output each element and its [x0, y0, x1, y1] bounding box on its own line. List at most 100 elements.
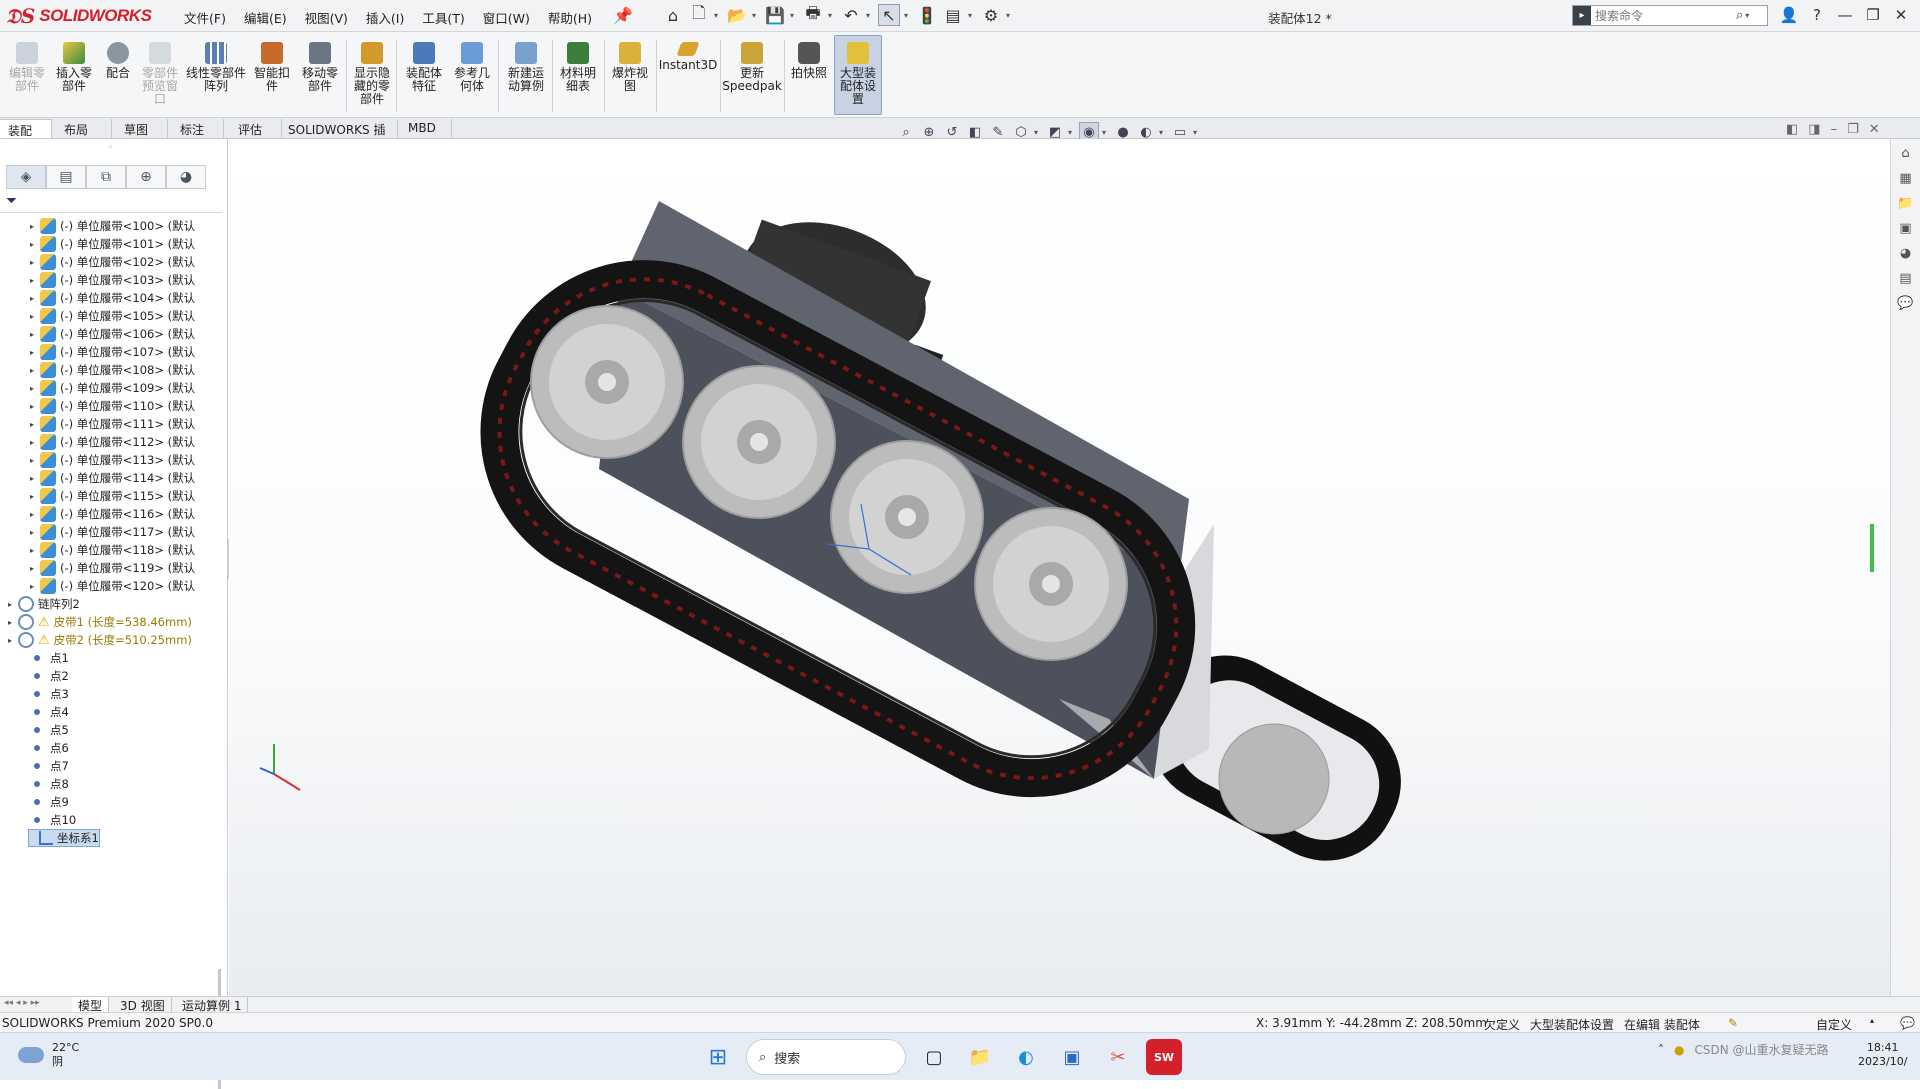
- menu-file[interactable]: 文件(F): [175, 6, 235, 29]
- options-gear-icon[interactable]: ⚙: [980, 4, 1002, 26]
- tree-item[interactable]: ▸ (-) 单位履带<100> (默认: [30, 217, 195, 235]
- store-icon[interactable]: ▣: [1054, 1039, 1090, 1075]
- update-speedpak-button[interactable]: 更新Speedpak: [722, 42, 782, 93]
- close-icon[interactable]: ✕: [1890, 4, 1912, 26]
- menu-insert[interactable]: 插入(I): [357, 6, 413, 29]
- tab-evaluate[interactable]: 评估: [230, 119, 282, 138]
- windows-start-icon[interactable]: ⊞: [700, 1039, 736, 1075]
- tab-layout[interactable]: 布局: [56, 119, 112, 138]
- select-cursor-icon[interactable]: ↖: [878, 4, 900, 26]
- menu-tools[interactable]: 工具(T): [413, 6, 473, 29]
- restore-icon[interactable]: ❐: [1862, 4, 1884, 26]
- chevron-down-icon[interactable]: ▾: [714, 11, 722, 20]
- bom-button[interactable]: 材料明细表: [556, 42, 600, 93]
- move-component-button[interactable]: 移动零部件: [298, 42, 342, 93]
- task-view-icon[interactable]: ▢: [916, 1039, 952, 1075]
- tree-item[interactable]: ▸ (-) 单位履带<106> (默认: [30, 325, 195, 343]
- expand-arrow-icon[interactable]: ▸: [30, 222, 40, 231]
- file-properties-icon[interactable]: ▤: [942, 4, 964, 26]
- reference-geometry-button[interactable]: 参考几何体: [450, 42, 494, 93]
- tab-solidworks-addins[interactable]: SOLIDWORKS 插件: [280, 119, 398, 154]
- chevron-up-icon[interactable]: ˄: [1658, 1043, 1664, 1057]
- expand-arrow-icon[interactable]: ▸: [30, 402, 40, 411]
- chevron-down-icon[interactable]: ▾: [1102, 128, 1110, 137]
- chevron-down-icon[interactable]: ▾: [904, 11, 912, 20]
- minimize-icon[interactable]: —: [1834, 4, 1856, 26]
- tree-item[interactable]: ▸ (-) 单位履带<108> (默认: [30, 361, 195, 379]
- tree-item[interactable]: ▸ (-) 单位履带<111> (默认: [30, 415, 195, 433]
- expand-arrow-icon[interactable]: ▸: [30, 258, 40, 267]
- traffic-light-icon[interactable]: 🚦: [916, 4, 938, 26]
- unit-system[interactable]: 自定义: [1816, 1016, 1852, 1033]
- open-icon[interactable]: 📂: [726, 4, 748, 26]
- search-input[interactable]: [1591, 8, 1736, 23]
- large-assembly-mode[interactable]: 大型装配体设置: [1530, 1016, 1614, 1033]
- smart-fasteners-button[interactable]: 智能扣件: [250, 42, 294, 93]
- design-library-icon[interactable]: ▦: [1895, 167, 1917, 189]
- assembly-features-button[interactable]: 装配体特征: [402, 42, 446, 93]
- chevron-down-icon[interactable]: ▾: [828, 11, 836, 20]
- expand-arrow-icon[interactable]: ▸: [30, 366, 40, 375]
- tree-item[interactable]: ▸ (-) 单位履带<117> (默认: [30, 523, 195, 541]
- weather-widget[interactable]: 22°C 阴: [18, 1041, 79, 1069]
- tab-motion-study[interactable]: 运动算例 1: [176, 997, 249, 1013]
- tree-item[interactable]: 点8: [28, 775, 69, 793]
- tree-item[interactable]: ▸ (-) 单位履带<112> (默认: [30, 433, 195, 451]
- close-icon[interactable]: ✕: [1869, 122, 1880, 137]
- chevron-down-icon[interactable]: ▾: [1159, 128, 1167, 137]
- file-explorer-icon[interactable]: 📁: [962, 1039, 998, 1075]
- minimize-icon[interactable]: –: [1831, 122, 1838, 137]
- search-icon[interactable]: ⌕: [1736, 8, 1743, 23]
- message-icon[interactable]: 💬: [1900, 1016, 1915, 1030]
- expand-arrow-icon[interactable]: ▸: [30, 510, 40, 519]
- component-preview-button[interactable]: 零部件预览窗口: [140, 42, 180, 106]
- dimxpert-tab-icon[interactable]: ⊕: [126, 165, 166, 189]
- tab-nav-arrows-icon[interactable]: ◂◂ ◂ ▸ ▸▸: [4, 998, 40, 1008]
- configuration-manager-tab-icon[interactable]: ⧉: [86, 165, 126, 189]
- rebuild-icon[interactable]: ✎: [1728, 1016, 1738, 1030]
- snipping-tool-icon[interactable]: ✂: [1100, 1039, 1136, 1075]
- expand-arrow-icon[interactable]: ▸: [30, 240, 40, 249]
- pin-icon[interactable]: 📌: [612, 4, 634, 26]
- expand-arrow-icon[interactable]: ▸: [30, 276, 40, 285]
- tree-item[interactable]: 点3: [28, 685, 69, 703]
- chevron-down-icon[interactable]: ▾: [1193, 128, 1201, 137]
- solidworks-logo[interactable]: 𝔇S SOLIDWORKS: [6, 3, 156, 29]
- display-manager-tab-icon[interactable]: ◕: [166, 165, 206, 189]
- expand-arrow-icon[interactable]: ▸: [30, 312, 40, 321]
- tree-item[interactable]: 点1: [28, 649, 69, 667]
- restore-icon[interactable]: ❐: [1847, 122, 1859, 137]
- search-scope-icon[interactable]: ▸: [1573, 6, 1591, 25]
- tab-model[interactable]: 模型: [72, 997, 110, 1013]
- tree-item[interactable]: ▸ (-) 单位履带<115> (默认: [30, 487, 195, 505]
- tree-item[interactable]: 点9: [28, 793, 69, 811]
- view-palette-icon[interactable]: ▣: [1895, 217, 1917, 239]
- expand-arrow-icon[interactable]: ▸: [30, 438, 40, 447]
- tree-item[interactable]: ▸ (-) 单位履带<116> (默认: [30, 505, 195, 523]
- clock[interactable]: 18:41 2023/10/: [1858, 1041, 1907, 1069]
- tab-mbd[interactable]: MBD: [400, 119, 452, 138]
- custom-properties-icon[interactable]: ▤: [1895, 267, 1917, 289]
- chevron-down-icon[interactable]: ▾: [1068, 128, 1076, 137]
- menu-help[interactable]: 帮助(H): [539, 6, 601, 29]
- tree-item[interactable]: ▸ ⚠ 皮带1 (长度=538.46mm): [8, 613, 192, 631]
- tree-item[interactable]: ▸ (-) 单位履带<113> (默认: [30, 451, 195, 469]
- edit-component-button[interactable]: 编辑零部件: [8, 42, 46, 93]
- tree-item[interactable]: ▸ ⚠ 皮带2 (长度=510.25mm): [8, 631, 192, 649]
- tree-item[interactable]: 点2: [28, 667, 69, 685]
- chevron-down-icon[interactable]: ▾: [790, 11, 798, 20]
- instant3d-button[interactable]: Instant3D: [659, 42, 717, 72]
- tree-item[interactable]: 点5: [28, 721, 69, 739]
- tree-item[interactable]: 坐标系1: [28, 829, 100, 847]
- print-icon[interactable]: 🖶: [802, 3, 824, 26]
- tree-item[interactable]: ▸ (-) 单位履带<105> (默认: [30, 307, 195, 325]
- tree-item[interactable]: ▸ (-) 单位履带<110> (默认: [30, 397, 195, 415]
- filter-icon[interactable]: ⏷: [6, 193, 17, 209]
- tree-item[interactable]: ▸ (-) 单位履带<103> (默认: [30, 271, 195, 289]
- undo-icon[interactable]: ↶: [840, 4, 862, 26]
- model-view[interactable]: [229, 139, 1890, 996]
- panel-grip-icon[interactable]: ◦: [108, 143, 113, 153]
- new-document-icon[interactable]: 🗋: [688, 3, 710, 26]
- tree-item[interactable]: ▸ (-) 单位履带<119> (默认: [30, 559, 195, 577]
- show-hidden-button[interactable]: 显示隐藏的零部件: [352, 42, 392, 106]
